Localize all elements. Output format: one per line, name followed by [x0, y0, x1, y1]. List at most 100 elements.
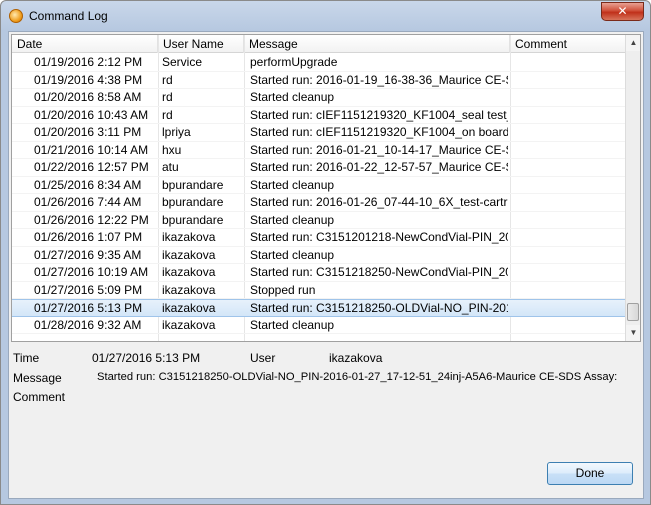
column-header-date[interactable]: Date — [12, 35, 158, 53]
message-cell: Started run: C3151218250-NewCondVial-PIN… — [250, 265, 508, 279]
table-row[interactable]: 01/19/2016 4:38 PM rd Started run: 2016-01… — [12, 72, 626, 89]
user-name-cell: atu — [162, 160, 179, 174]
table-row[interactable]: 01/20/2016 3:11 PM lpriya Started run: cIE… — [12, 124, 626, 142]
message-cell: Started run: 2016-01-26_07-44-10_6X_test… — [250, 195, 508, 209]
app-icon — [9, 9, 23, 23]
user-name-cell: ikazakova — [162, 282, 216, 297]
user-name-cell: bpurandare — [162, 177, 224, 192]
comment-cell — [515, 72, 625, 89]
date-cell: 01/27/2016 10:19 AM — [34, 265, 149, 279]
user-name-cell: lpriya — [162, 125, 191, 139]
user-name-cell: ikazakova — [162, 265, 216, 279]
scroll-up-arrow-icon[interactable]: ▲ — [626, 35, 640, 51]
title-bar[interactable]: Command Log ✕ — [1, 1, 650, 31]
comment-cell — [515, 194, 625, 211]
comment-cell — [515, 264, 625, 281]
user-name-cell: ikazakova — [162, 230, 216, 244]
table-row[interactable]: 01/27/2016 5:13 PM ikazakova Started run: … — [12, 299, 626, 317]
table-row[interactable]: 01/25/2016 8:34 AM bpurandare Started clea… — [12, 177, 626, 194]
close-button[interactable]: ✕ — [601, 2, 644, 21]
date-cell: 01/26/2016 7:44 AM — [34, 195, 142, 209]
comment-cell — [515, 107, 625, 124]
column-header-user-name[interactable]: User Name — [158, 35, 244, 53]
comment-label: Comment — [13, 390, 66, 404]
date-cell: 01/19/2016 4:38 PM — [34, 72, 143, 87]
vertical-scrollbar[interactable]: ▲ ▼ — [625, 35, 640, 341]
date-cell: 01/25/2016 8:34 AM — [34, 177, 142, 192]
table-row[interactable]: 01/27/2016 10:19 AM ikazakova Started run:… — [12, 264, 626, 282]
user-name-cell: bpurandare — [162, 195, 224, 209]
date-cell: 01/22/2016 12:57 PM — [34, 160, 149, 174]
comment-cell — [515, 177, 625, 194]
table-row[interactable]: 01/26/2016 7:44 AM bpurandare Started run:… — [12, 194, 626, 212]
message-cell: Started run: C3151201218-NewCondVial-PIN… — [250, 230, 508, 244]
table-rows: 01/19/2016 2:12 PM Service performUpgrade 0… — [12, 54, 626, 334]
table-row[interactable]: 01/20/2016 8:58 AM rd Started cleanup — [12, 89, 626, 107]
table-row[interactable]: 01/26/2016 12:22 PM bpurandare Started cle… — [12, 212, 626, 229]
message-cell: Started cleanup — [250, 317, 335, 332]
column-header-comment[interactable]: Comment — [510, 35, 626, 53]
message-cell: Started run: cIEF1151219320_KF1004_on bo… — [250, 125, 508, 139]
comment-cell — [515, 282, 625, 299]
message-cell: Started cleanup — [250, 177, 335, 192]
comment-cell — [515, 89, 625, 106]
message-value: Started run: C3151218250-OLDVial-NO_PIN-… — [97, 371, 618, 383]
window-title: Command Log — [29, 9, 108, 23]
time-label: Time — [13, 351, 40, 365]
comment-cell — [515, 317, 625, 334]
date-cell: 01/20/2016 3:11 PM — [34, 125, 142, 139]
date-cell: 01/20/2016 8:58 AM — [34, 90, 142, 104]
message-cell: Started run: cIEF1151219320_KF1004_seal … — [250, 107, 508, 122]
user-name-cell: rd — [162, 107, 173, 122]
date-cell: 01/28/2016 9:32 AM — [34, 317, 142, 332]
message-cell: Started run: 2016-01-22_12-57-57_Maurice… — [250, 160, 508, 174]
date-cell: 01/19/2016 2:12 PM — [34, 55, 143, 69]
done-button[interactable]: Done — [547, 462, 633, 485]
comment-cell — [515, 159, 625, 176]
table-row[interactable]: 01/22/2016 12:57 PM atu Started run: 2016-… — [12, 159, 626, 177]
message-label: Message — [13, 371, 62, 385]
user-name-cell: bpurandare — [162, 212, 224, 227]
table-row[interactable]: 01/21/2016 10:14 AM hxu Started run: 2016-… — [12, 142, 626, 159]
user-name-cell: hxu — [162, 142, 182, 157]
message-cell: Started cleanup — [250, 247, 335, 262]
detail-panel: Time 01/27/2016 5:13 PM User ikazakova M… — [9, 344, 643, 464]
user-label: User — [250, 351, 276, 365]
date-cell: 01/27/2016 9:35 AM — [34, 247, 142, 262]
date-cell: 01/27/2016 5:09 PM — [34, 282, 143, 297]
command-log-table: Date User Name Message Comment 01/19/201… — [11, 34, 641, 342]
table-row[interactable]: 01/27/2016 9:35 AM ikazakova Started clean… — [12, 247, 626, 264]
column-header-message[interactable]: Message — [244, 35, 510, 53]
message-cell: Started cleanup — [250, 90, 335, 104]
table-row[interactable]: 01/28/2016 9:32 AM ikazakova Started clean… — [12, 317, 626, 334]
time-value: 01/27/2016 5:13 PM — [92, 351, 201, 365]
message-cell: Started cleanup — [250, 212, 335, 227]
scrollbar-thumb[interactable] — [627, 303, 639, 321]
comment-cell — [515, 229, 625, 246]
date-cell: 01/26/2016 1:07 PM — [34, 230, 143, 244]
date-cell: 01/21/2016 10:14 AM — [34, 142, 149, 157]
user-value: ikazakova — [329, 351, 383, 365]
user-name-cell: ikazakova — [162, 247, 216, 262]
table-row[interactable]: 01/20/2016 10:43 AM rd Started run: cIEF11… — [12, 107, 626, 124]
comment-cell — [515, 212, 625, 229]
user-name-cell: Service — [162, 55, 203, 69]
comment-cell — [515, 247, 625, 264]
comment-cell — [515, 54, 625, 71]
comment-cell — [515, 300, 625, 317]
comment-cell — [515, 124, 625, 141]
dialog-body: Date User Name Message Comment 01/19/201… — [8, 31, 644, 499]
table-row[interactable]: 01/27/2016 5:09 PM ikazakova Stopped run — [12, 282, 626, 299]
table-row[interactable]: 01/26/2016 1:07 PM ikazakova Started run: … — [12, 229, 626, 247]
message-cell: Stopped run — [250, 282, 316, 297]
user-name-cell: rd — [162, 72, 173, 87]
message-cell: Started run: 2016-01-21_10-14-17_Maurice… — [250, 142, 508, 157]
command-log-window: Command Log ✕ Date User Name Message Com… — [0, 0, 651, 505]
scroll-down-arrow-icon[interactable]: ▼ — [626, 325, 640, 341]
comment-cell — [515, 142, 625, 159]
table-row[interactable]: 01/19/2016 2:12 PM Service performUpgrade — [12, 54, 626, 72]
message-cell: Started run: 2016-01-19_16-38-36_Maurice… — [250, 72, 508, 87]
date-cell: 01/20/2016 10:43 AM — [34, 107, 149, 122]
user-name-cell: ikazakova — [162, 317, 216, 332]
message-cell: Started run: C3151218250-OLDVial-NO_PIN-… — [250, 301, 508, 315]
